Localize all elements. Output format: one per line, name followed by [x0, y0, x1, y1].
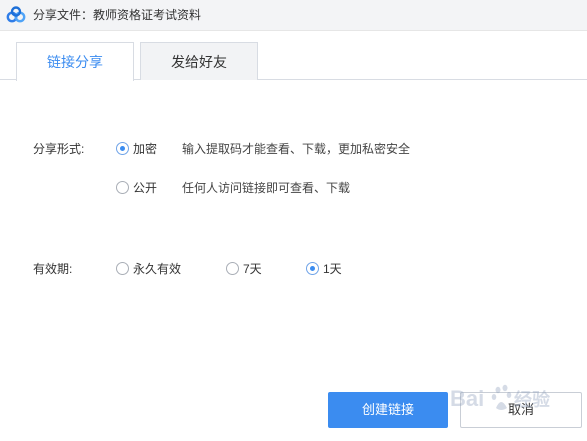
- option-public-description: 任何人访问链接即可查看、下载: [182, 181, 351, 195]
- option-permanent-label[interactable]: 永久有效: [133, 261, 181, 277]
- radio-permanent[interactable]: [116, 262, 129, 275]
- option-7-days-label[interactable]: 7天: [243, 261, 262, 277]
- option-1-day-label[interactable]: 1天: [323, 261, 342, 277]
- window-title: 分享文件：教师资格证考试资料: [33, 8, 202, 22]
- baidu-netdisk-logo-icon: [6, 6, 26, 23]
- tab-send-to-friend[interactable]: 发给好友: [140, 42, 258, 80]
- option-public-label[interactable]: 公开: [133, 180, 157, 196]
- create-link-button[interactable]: 创建链接: [328, 392, 448, 428]
- option-encrypted-label[interactable]: 加密: [133, 141, 157, 157]
- title-bar: 分享文件：教师资格证考试资料: [0, 0, 587, 31]
- tab-bar: 链接分享 发给好友: [0, 31, 587, 81]
- radio-7-days[interactable]: [226, 262, 239, 275]
- validity-label: 有效期:: [33, 262, 73, 276]
- radio-encrypted[interactable]: [116, 142, 129, 155]
- share-form-label: 分享形式:: [33, 142, 85, 156]
- tab-link-share[interactable]: 链接分享: [16, 42, 134, 81]
- radio-1-day[interactable]: [306, 262, 319, 275]
- share-dialog: 分享文件：教师资格证考试资料 链接分享 发给好友 分享形式: 加密 输入提取码才…: [0, 0, 587, 441]
- option-encrypted-description: 输入提取码才能查看、下载，更加私密安全: [182, 142, 411, 156]
- radio-public[interactable]: [116, 181, 129, 194]
- cancel-button[interactable]: 取消: [460, 392, 582, 428]
